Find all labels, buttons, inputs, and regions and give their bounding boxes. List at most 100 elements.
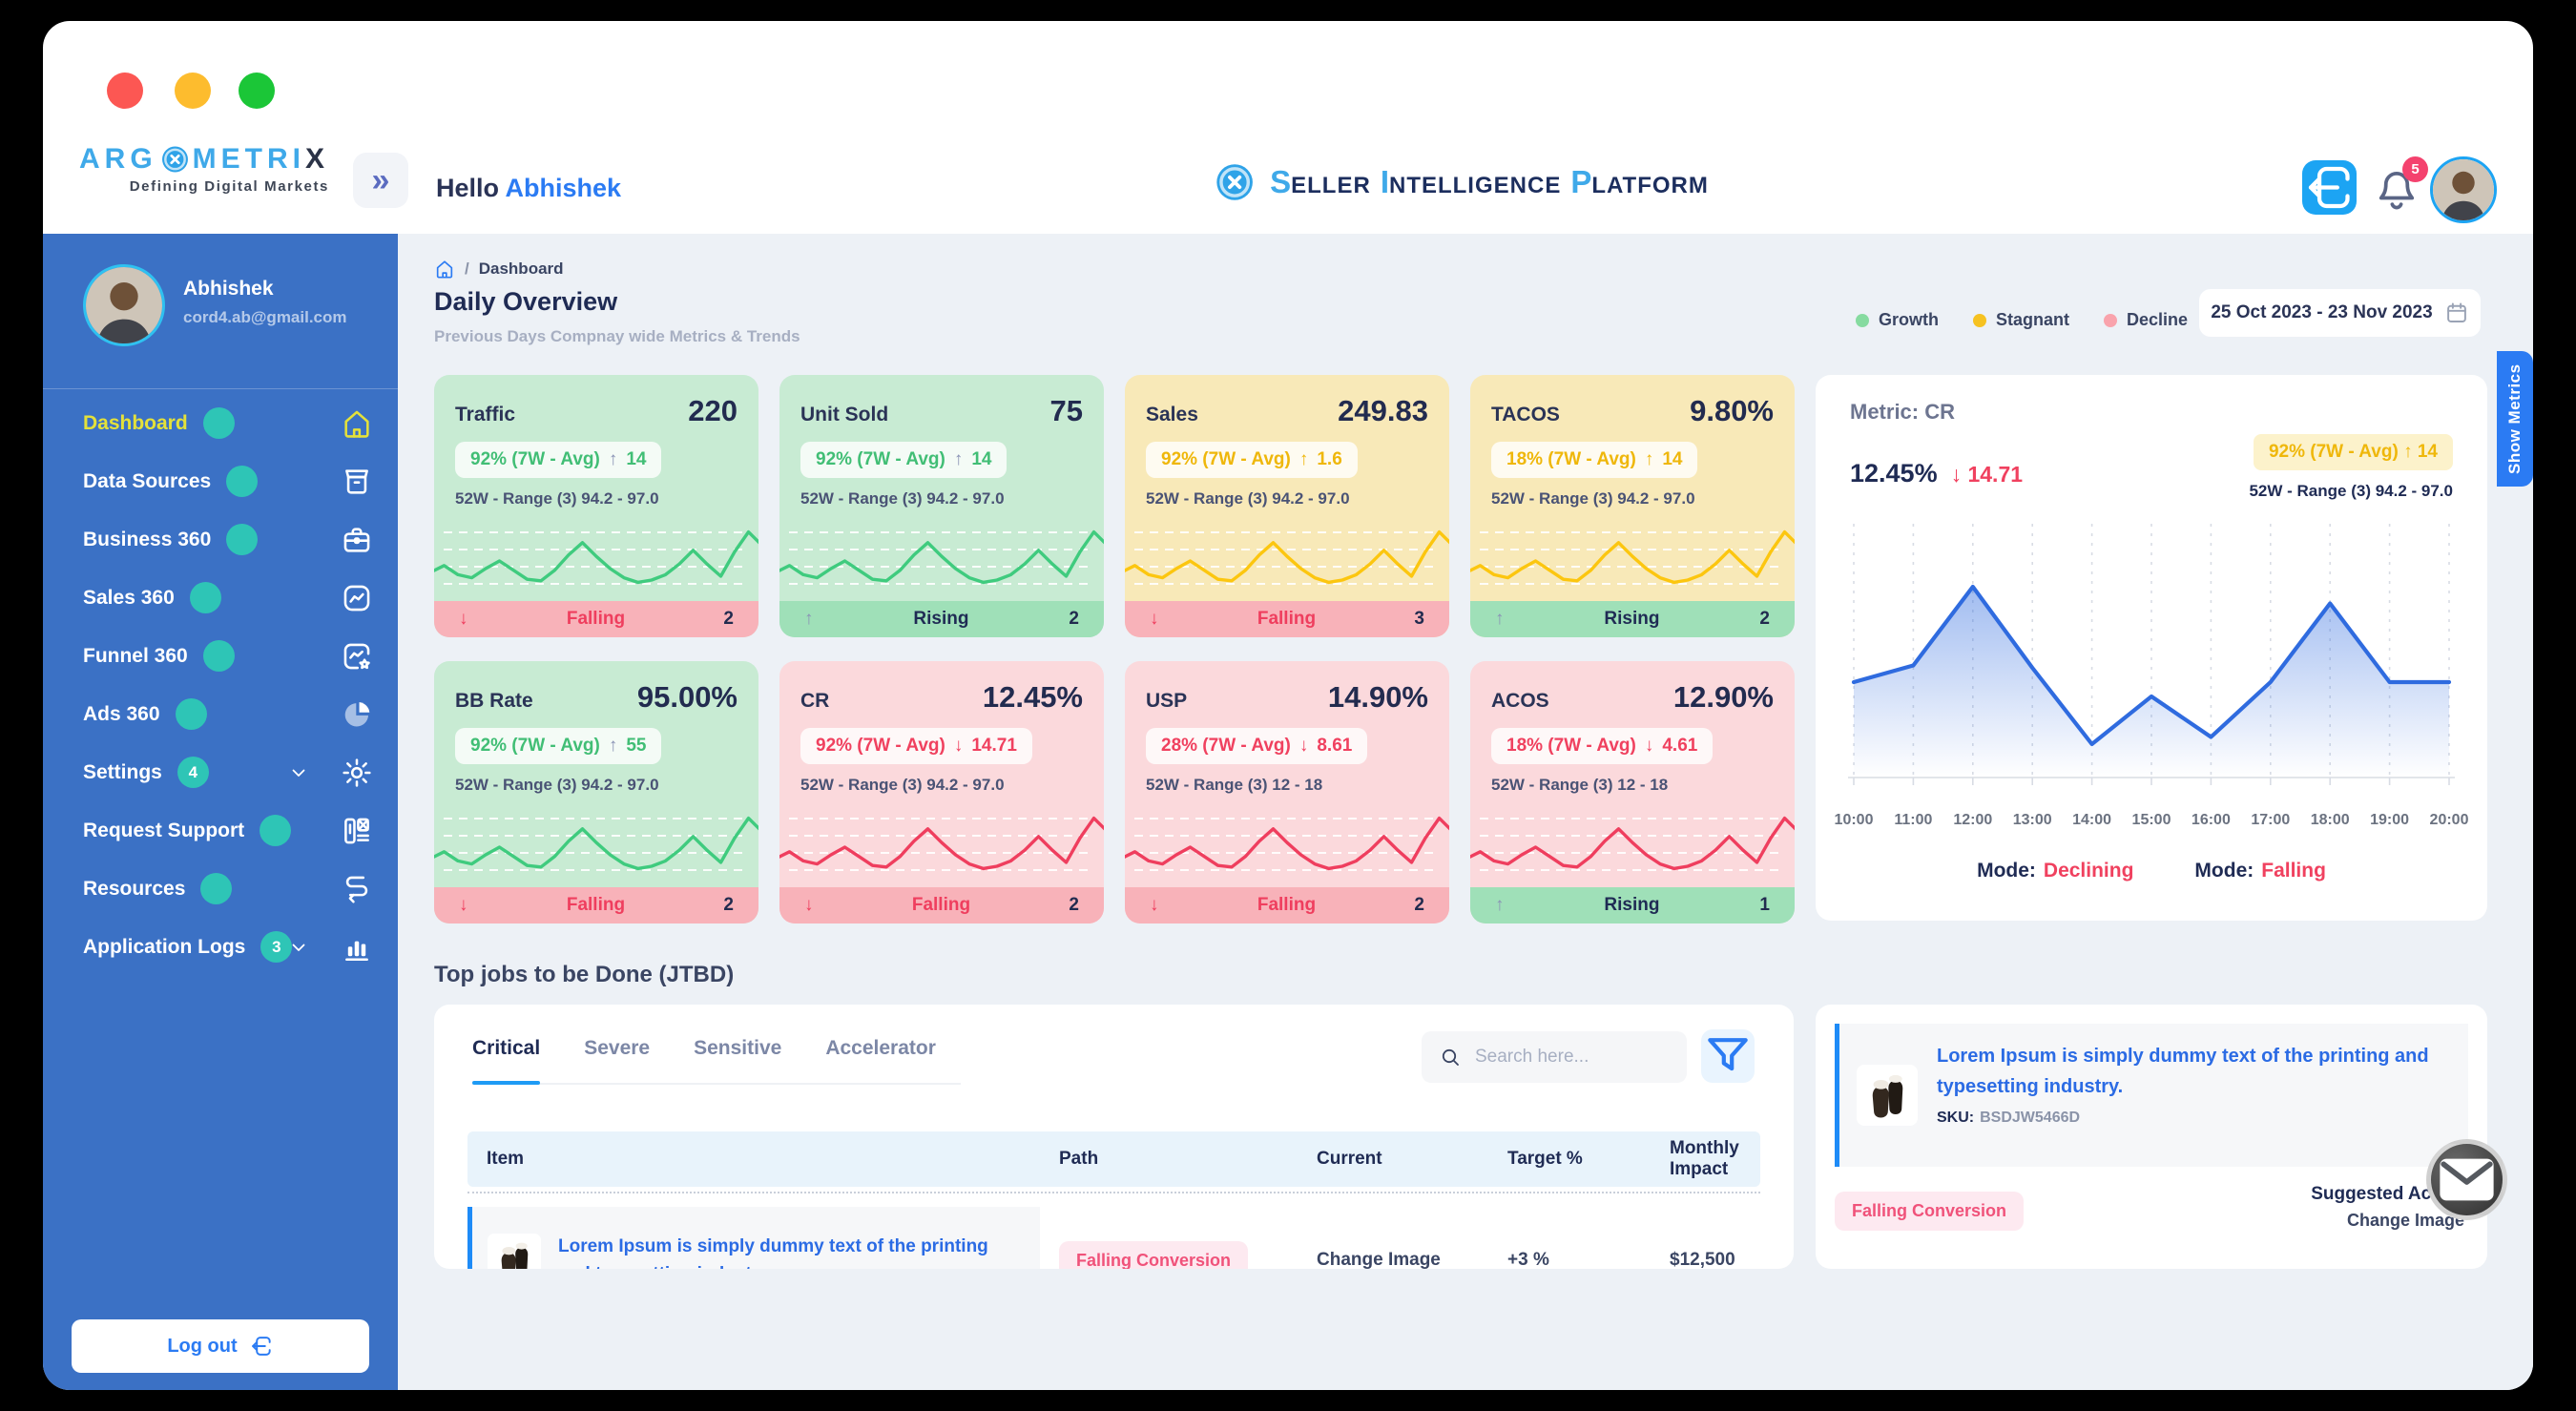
metric-card-title: USP: [1146, 690, 1187, 713]
breadcrumb-home-icon[interactable]: [434, 259, 455, 280]
badge-text: 92% (7W - Avg): [1161, 449, 1291, 470]
sidebar-item-data-sources[interactable]: Data Sources: [43, 452, 398, 510]
x-axis-label: 19:00: [2370, 812, 2409, 829]
footer-arrow-icon: ↑: [804, 609, 814, 630]
metric-card-cr[interactable]: CR 12.45% 92% (7W - Avg) ↓ 14.71 52W - R…: [779, 661, 1104, 923]
sidebar-item-badge: [226, 466, 258, 497]
x-axis-label: 10:00: [1835, 812, 1874, 829]
metric-card-head: BB Rate 95.00%: [434, 661, 758, 715]
metric-card-range: 52W - Range (3) 94.2 - 97.0: [455, 776, 758, 795]
badge-delta: 14.71: [971, 736, 1017, 757]
show-metrics-tab[interactable]: Show Metrics: [2497, 351, 2533, 487]
metric-card-footer: ↓ Falling 2: [779, 887, 1104, 923]
metric-card-badge: 92% (7W - Avg) ↑ 14: [455, 442, 661, 478]
footer-label: Falling: [814, 895, 1070, 916]
platform-title-word: INTELLIGENCE: [1381, 180, 1562, 197]
column-header-monthly-impact: Monthly Impact: [1651, 1138, 1760, 1180]
badge-arrow-icon: ↓: [1645, 736, 1654, 757]
metric-card-acos[interactable]: ACOS 12.90% 18% (7W - Avg) ↓ 4.61 52W - …: [1470, 661, 1795, 923]
sidebar-item-label: Ads 360: [83, 703, 160, 726]
metric-card-footer: ↓ Falling 2: [434, 887, 758, 923]
date-range-picker[interactable]: 25 Oct 2023 - 23 Nov 2023: [2199, 289, 2481, 337]
footer-count: 2: [1759, 609, 1770, 630]
notifications-button[interactable]: 5: [2373, 166, 2420, 214]
sidebar-profile-name: Abhishek: [183, 278, 274, 301]
metric-card-sales[interactable]: Sales 249.83 92% (7W - Avg) ↑ 1.6 52W - …: [1125, 375, 1449, 637]
sidebar-item-dashboard[interactable]: Dashboard: [43, 394, 398, 452]
detail-item[interactable]: Lorem Ipsum is simply dummy text of the …: [1835, 1024, 2468, 1167]
metric-card-title: ACOS: [1491, 690, 1549, 713]
badge-arrow-icon: ↓: [954, 736, 964, 757]
metric-cards-grid: Traffic 220 92% (7W - Avg) ↑ 14 52W - Ra…: [434, 375, 1795, 923]
chat-button[interactable]: [2426, 1139, 2507, 1220]
metric-card-range: 52W - Range (3) 94.2 - 97.0: [1491, 489, 1795, 508]
badge-delta: 1.6: [1317, 449, 1341, 470]
metric-card-badge: 28% (7W - Avg) ↓ 8.61: [1146, 728, 1367, 764]
chevron-down-icon: [287, 761, 310, 784]
metric-card-badge: 92% (7W - Avg) ↑ 1.6: [1146, 442, 1358, 478]
search-input[interactable]: [1473, 1046, 1670, 1069]
metric-card-head: ACOS 12.90%: [1470, 661, 1795, 715]
sidebar-profile-avatar[interactable]: [83, 264, 165, 346]
logout-icon-button[interactable]: [2302, 160, 2357, 215]
metric-panel-delta: ↓ 14.71: [1951, 462, 2023, 488]
window-minimize-button[interactable]: [175, 73, 211, 109]
footer-label: Falling: [468, 895, 724, 916]
metric-card-sparkline: [1125, 513, 1449, 601]
table-row[interactable]: Lorem Ipsum is simply dummy text of the …: [467, 1207, 1760, 1269]
x-axis-label: 18:00: [2311, 812, 2350, 829]
metric-panel-badge: 92% (7W - Avg) ↑ 14: [2254, 434, 2453, 470]
tab-critical[interactable]: Critical: [472, 1037, 540, 1060]
metric-card-value: 75: [1050, 394, 1083, 428]
metric-card-badge: 92% (7W - Avg) ↑ 55: [455, 728, 661, 764]
breadcrumb-crumb[interactable]: Dashboard: [479, 259, 564, 279]
path-badge: Falling Conversion: [1059, 1241, 1248, 1270]
user-avatar[interactable]: [2430, 156, 2497, 223]
tab-sensitive[interactable]: Sensitive: [694, 1037, 781, 1060]
sidebar-item-label: Funnel 360: [83, 645, 188, 668]
sidebar-item-request-support[interactable]: Request Support: [43, 801, 398, 860]
sidebar-item-application-logs[interactable]: Application Logs 3: [43, 918, 398, 976]
badge-arrow-icon: ↑: [1645, 449, 1654, 470]
metric-card-bb-rate[interactable]: BB Rate 95.00% 92% (7W - Avg) ↑ 55 52W -…: [434, 661, 758, 923]
bar-chart-icon: [341, 931, 373, 964]
window-zoom-button[interactable]: [239, 73, 275, 109]
pie-icon: [341, 698, 373, 731]
brand-text-left: ARG: [79, 143, 157, 176]
sidebar-item-resources[interactable]: Resources: [43, 860, 398, 918]
filter-button[interactable]: [1701, 1029, 1755, 1083]
search-icon: [1439, 1046, 1462, 1069]
metric-card-badge: 92% (7W - Avg) ↓ 14.71: [800, 728, 1032, 764]
metric-card-usp[interactable]: USP 14.90% 28% (7W - Avg) ↓ 8.61 52W - R…: [1125, 661, 1449, 923]
footer-arrow-icon: ↓: [1150, 895, 1159, 916]
detail-item-title: Lorem Ipsum is simply dummy text of the …: [1937, 1041, 2451, 1102]
table-monthly-impact-cell: $12,500: [1651, 1250, 1760, 1269]
metric-card-title: CR: [800, 690, 829, 713]
logout-button[interactable]: Log out: [72, 1319, 369, 1373]
jtbd-detail-card: Lorem Ipsum is simply dummy text of the …: [1816, 1005, 2487, 1269]
tab-accelerator[interactable]: Accelerator: [825, 1037, 936, 1060]
greeting-user-name: Abhishek: [506, 174, 622, 202]
sidebar-item-sales-360[interactable]: Sales 360: [43, 569, 398, 627]
sidebar-item-settings[interactable]: Settings 4: [43, 743, 398, 801]
metric-card-tacos[interactable]: TACOS 9.80% 18% (7W - Avg) ↑ 14 52W - Ra…: [1470, 375, 1795, 637]
logout-icon: [249, 1334, 274, 1359]
metric-card-traffic[interactable]: Traffic 220 92% (7W - Avg) ↑ 14 52W - Ra…: [434, 375, 758, 637]
mode-indicator: Mode:Falling: [2194, 860, 2326, 882]
x-axis-label: 16:00: [2192, 812, 2231, 829]
tab-severe[interactable]: Severe: [584, 1037, 650, 1060]
column-header-current: Current: [1298, 1149, 1488, 1170]
window-close-button[interactable]: [107, 73, 143, 109]
sidebar-item-funnel-360[interactable]: Funnel 360: [43, 627, 398, 685]
x-axis-label: 15:00: [2132, 812, 2171, 829]
metric-card-title: BB Rate: [455, 690, 533, 713]
metric-card-head: Sales 249.83: [1125, 375, 1449, 428]
page-subtitle: Previous Days Compnay wide Metrics & Tre…: [434, 327, 800, 346]
metric-card-footer: ↑ Rising 1: [1470, 887, 1795, 923]
sidebar-item-business-360[interactable]: Business 360: [43, 510, 398, 569]
sidebar-collapse-button[interactable]: »: [353, 153, 408, 208]
metric-card-title: Unit Sold: [800, 404, 888, 426]
metric-card-unit-sold[interactable]: Unit Sold 75 92% (7W - Avg) ↑ 14 52W - R…: [779, 375, 1104, 637]
badge-delta: 55: [626, 736, 646, 757]
sidebar-item-ads-360[interactable]: Ads 360: [43, 685, 398, 743]
